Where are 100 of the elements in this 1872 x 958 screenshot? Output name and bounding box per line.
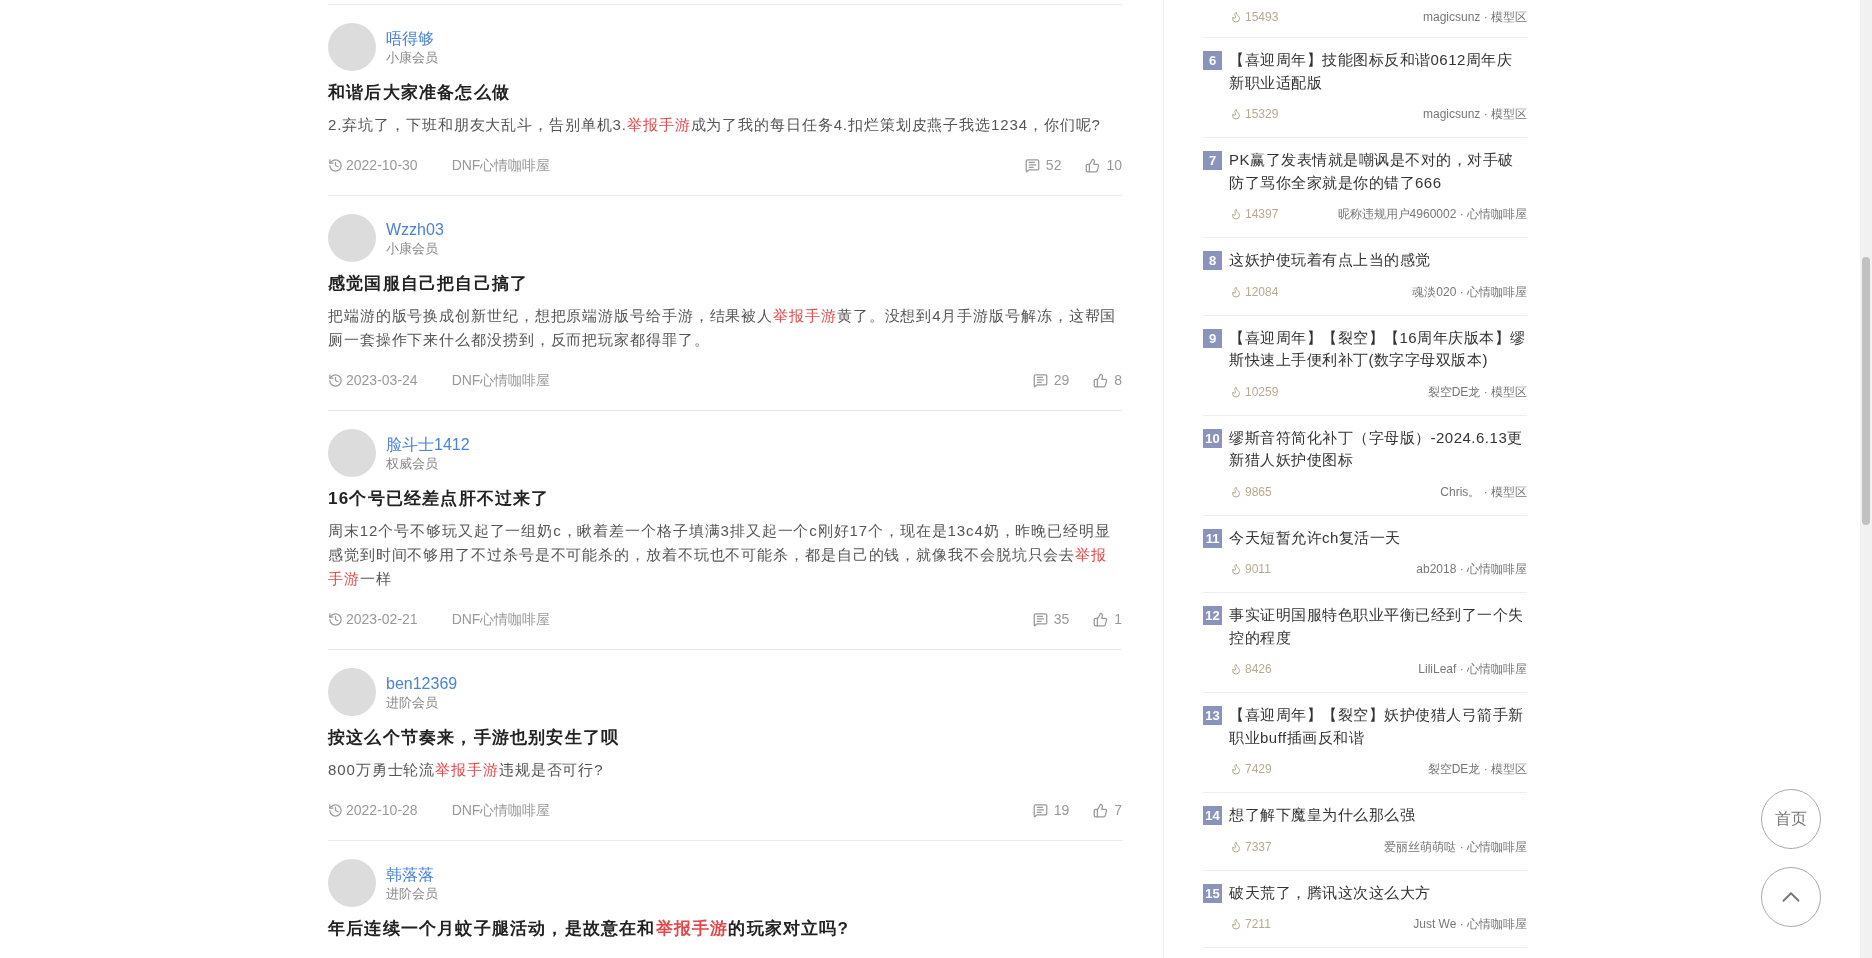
flame-icon	[1230, 11, 1242, 23]
flame-icon	[1230, 285, 1242, 298]
clock-icon	[328, 802, 343, 818]
comment-icon	[1032, 611, 1048, 627]
username-link[interactable]: 脸斗士1412	[386, 434, 470, 455]
flame-icon	[1230, 485, 1242, 498]
rank-badge: 10	[1203, 428, 1222, 448]
author-source: 魂淡020 · 心情咖啡屋	[1412, 283, 1527, 301]
author-source: magicsunz · 模型区	[1422, 9, 1527, 26]
view-count: 12084	[1245, 283, 1279, 301]
member-level-label: 进阶会员	[386, 884, 438, 902]
username-link[interactable]: 唔得够	[386, 28, 438, 49]
ranking-title-link[interactable]: 想了解下魔皇为什么那么强	[1229, 804, 1415, 827]
flame-icon	[1230, 563, 1242, 575]
rank-badge: 11	[1203, 528, 1222, 548]
flame-icon	[1230, 918, 1242, 930]
avatar[interactable]	[328, 859, 376, 907]
post-date: 2022-10-30	[346, 156, 418, 175]
author-source: 裂空DE龙 · 模型区	[1427, 383, 1527, 401]
post-title[interactable]: 16个号已经差点肝不过来了	[328, 487, 1122, 511]
ranking-title-link[interactable]: 今天短暂允许ch复活一天	[1229, 526, 1401, 549]
ranking-title-link[interactable]: 【喜迎周年】【裂空】妖护使猎人弓箭手新职业buff插画反和谐	[1229, 704, 1527, 749]
view-count: 9865	[1245, 483, 1272, 501]
view-count: 15329	[1245, 106, 1279, 123]
member-level-label: 权威会员	[386, 454, 439, 472]
comment-count: 35	[1053, 610, 1070, 629]
avatar[interactable]	[328, 214, 376, 262]
view-count: 7211	[1245, 916, 1271, 933]
view-count: 15493	[1245, 9, 1279, 26]
author-source: 昵称违规用户4960002 · 心情咖啡屋	[1337, 206, 1527, 223]
comment-count: 19	[1053, 801, 1070, 820]
view-count: 14397	[1245, 206, 1279, 223]
member-level-label: 小康会员	[386, 48, 438, 66]
view-count: 8426	[1245, 661, 1272, 678]
author-source: ab2018 · 心情咖啡屋	[1416, 561, 1527, 578]
flame-icon	[1230, 763, 1242, 775]
member-level-label: 小康会员	[386, 239, 439, 257]
view-count: 10259	[1245, 383, 1279, 401]
like-count: 7	[1114, 801, 1122, 820]
like-icon	[1085, 157, 1101, 173]
post-title[interactable]: 和谐后大家准备怎么做	[328, 81, 1122, 105]
rank-badge: 9	[1203, 328, 1222, 348]
rank-badge: 8	[1203, 251, 1222, 270]
post-excerpt: 把端游的版号换成创新世纪，想把原端游版号给手游，结果被人举报手游黄了。没想到4月手游版号解冻，这帮国厕一套操作下来什么都没捞到，反而把玩家都得罪了。	[328, 306, 1118, 350]
post-title[interactable]: 年后连续一个月蚊子腿活动，是故意在和举报手游的玩家对立吗?	[328, 917, 1122, 941]
ranking-title-link[interactable]: 这妖护使玩着有点上当的感觉	[1229, 249, 1431, 272]
avatar[interactable]	[328, 429, 376, 477]
comment-count: 29	[1053, 371, 1070, 390]
author-source: LiliLeaf · 心情咖啡屋	[1418, 661, 1527, 678]
rank-badge: 13	[1203, 706, 1222, 725]
rank-badge: 6	[1203, 51, 1222, 70]
flame-icon	[1230, 840, 1242, 853]
username-link[interactable]: 韩落落	[386, 864, 438, 885]
like-icon	[1093, 372, 1109, 388]
post-excerpt: 2.弃坑了，下班和朋友大乱斗，告别单机3.举报手游成为了我的每日任务4.扣烂策划皮燕子我选1234，你们呢?	[328, 115, 1102, 135]
like-count: 10	[1106, 156, 1122, 175]
author-source: Chris。 · 模型区	[1440, 483, 1527, 501]
username-link[interactable]: ben12369	[386, 673, 458, 694]
post-date: 2023-03-24	[346, 371, 418, 390]
post-title[interactable]: 按这么个节奏来，手游也别安生了呗	[328, 726, 1122, 750]
home-button[interactable]: 首页	[1761, 789, 1821, 849]
like-icon	[1093, 611, 1109, 627]
clock-icon	[328, 611, 343, 627]
author-source: 爱丽丝萌萌哒 · 心情咖啡屋	[1384, 838, 1527, 856]
post-date: 2023-02-21	[346, 610, 418, 629]
member-level-label: 进阶会员	[386, 693, 439, 711]
ranking-title-link[interactable]: 破天荒了，腾讯这次这么大方	[1229, 881, 1431, 904]
like-icon	[1093, 802, 1109, 818]
post-excerpt: 800万勇士轮流举报手游违规是否可行?	[328, 760, 605, 780]
clock-icon	[328, 157, 343, 173]
ranking-title-link[interactable]: 【喜迎周年】【裂空】【16周年庆版本】缪斯快速上手便利补丁(数字字母双版本)	[1229, 326, 1527, 372]
avatar[interactable]	[328, 23, 376, 71]
view-count: 7337	[1245, 838, 1272, 856]
post-excerpt: 周末12个号不够玩又起了一组奶c，瞅着差一个格子填满3排又起一个c刚好17个，现在是13c4奶，昨晚已经明显感觉到时间不够用了不过杀号是不可能杀的，放着不玩也不可能杀，都是自己的钱，就像我不会脱坑只会去举报手游一样	[328, 521, 1112, 589]
ranking-title-link[interactable]: 缪斯音符简化补丁（字母版）-2024.6.13更新猎人妖护使图标	[1229, 426, 1527, 472]
username-link[interactable]: Wzzh03	[386, 219, 444, 240]
clock-icon	[328, 372, 343, 388]
comment-icon	[1032, 802, 1048, 818]
flame-icon	[1230, 208, 1242, 220]
like-count: 1	[1114, 610, 1122, 629]
flame-icon	[1230, 108, 1242, 120]
rank-badge: 15	[1203, 883, 1222, 903]
author-source: magicsunz · 模型区	[1422, 106, 1527, 123]
like-count: 8	[1114, 371, 1122, 390]
avatar[interactable]	[328, 668, 376, 716]
flame-icon	[1230, 663, 1242, 675]
post-date: 2022-10-28	[346, 801, 418, 820]
rank-badge: 12	[1203, 606, 1222, 625]
comment-icon	[1024, 157, 1040, 173]
author-source: Just We · 心情咖啡屋	[1413, 916, 1527, 933]
post-title[interactable]: 感觉国服自己把自己搞了	[328, 272, 1122, 296]
ranking-title-link[interactable]: 事实证明国服特色职业平衡已经到了一个失控的程度	[1229, 604, 1527, 649]
view-count: 9011	[1245, 561, 1271, 578]
ranking-title-link[interactable]: PK赢了发表情就是嘲讽是不对的，对手破防了骂你全家就是你的错了666	[1229, 149, 1527, 194]
rank-badge: 7	[1203, 151, 1222, 170]
view-count: 7429	[1245, 761, 1272, 778]
ranking-title-link[interactable]: 【喜迎周年】技能图标反和谐0612周年庆新职业适配版	[1229, 49, 1527, 94]
author-source: 裂空DE龙 · 模型区	[1427, 761, 1527, 778]
comment-icon	[1032, 372, 1048, 388]
scrollbar[interactable]	[1860, 0, 1872, 958]
